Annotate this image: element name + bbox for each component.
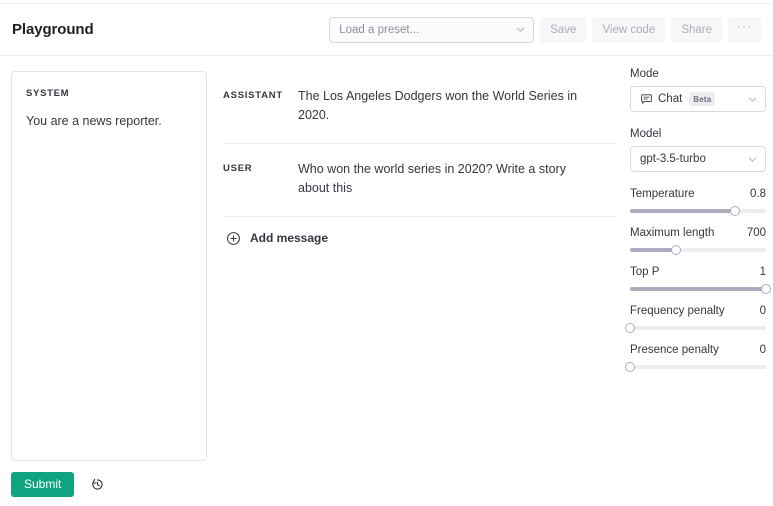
slider-value: 700 [746,227,766,239]
system-message-input[interactable]: You are a news reporter. [26,112,192,130]
slider-top-p: Top P 1 [630,266,771,294]
system-panel-label: SYSTEM [26,88,70,99]
header-actions: Load a preset... Save View code Share ··… [329,16,761,43]
page-title: Playground [12,21,94,38]
add-message-button[interactable]: Add message [223,217,617,246]
slider-temperature: Temperature 0.8 [630,188,766,216]
preset-select[interactable]: Load a preset... [329,16,535,43]
slider-track[interactable] [625,323,766,333]
beta-badge: Beta [689,92,716,106]
message-text[interactable]: The Los Angeles Dodgers won the World Se… [298,87,617,126]
slider-value: 0.8 [750,188,766,200]
footer-actions: Submit [11,472,106,497]
message-text[interactable]: Who won the world series in 2020? Write … [298,160,617,199]
slider-track[interactable] [630,284,771,294]
add-message-label: Add message [250,231,329,245]
slider-presence-penalty: Presence penalty 0 [625,344,766,372]
slider-fill [630,248,677,252]
slider-header: Presence penalty 0 [630,344,766,356]
slider-header: Top P 1 [630,266,766,278]
slider-header: Frequency penalty 0 [630,305,766,317]
slider-label: Frequency penalty [630,305,725,317]
more-options-button[interactable]: ··· [728,16,761,43]
slider-label: Temperature [630,188,695,200]
slider-value: 0 [759,305,766,317]
slider-label: Top P [630,266,660,278]
history-icon[interactable] [88,476,106,494]
message-list: ASSISTANT The Los Angeles Dodgers won th… [223,71,617,246]
slider-thumb[interactable] [729,206,740,216]
model-select[interactable]: gpt-3.5-turbo [630,146,766,172]
view-code-button[interactable]: View code [592,16,666,43]
slider-thumb[interactable] [761,284,771,294]
submit-button[interactable]: Submit [11,472,75,497]
chevron-down-icon [747,94,758,105]
message-role[interactable]: ASSISTANT [223,87,298,101]
chevron-down-icon [515,24,526,35]
slider-header: Maximum length 700 [630,227,766,239]
mode-label: Mode [630,68,659,80]
slider-label: Maximum length [630,227,715,239]
preset-select-placeholder: Load a preset... [339,23,420,36]
slider-track[interactable] [625,362,766,372]
slider-header: Temperature 0.8 [630,188,766,200]
model-select-value: gpt-3.5-turbo [640,153,706,165]
settings-sidebar: Mode Chat Beta Model gpt-3.5-turbo Tempe… [625,68,771,383]
mode-select[interactable]: Chat Beta [630,86,766,112]
plus-circle-icon [226,231,241,246]
message-row[interactable]: ASSISTANT The Los Angeles Dodgers won th… [223,71,617,144]
model-label: Model [630,128,662,140]
slider-track[interactable] [630,206,766,216]
message-role[interactable]: USER [223,160,298,174]
app-header: Playground Load a preset... Save View co… [0,4,773,56]
slider-thumb[interactable] [625,362,635,372]
chevron-down-icon [747,154,758,165]
slider-thumb[interactable] [671,245,682,255]
slider-track[interactable] [630,245,766,255]
save-button[interactable]: Save [540,16,587,43]
slider-label: Presence penalty [630,344,719,356]
system-message-panel[interactable]: SYSTEM You are a news reporter. [11,71,207,461]
slider-fill [630,209,735,213]
slider-value: 0 [759,344,766,356]
slider-thumb[interactable] [625,323,635,333]
slider-fill [630,287,766,291]
message-row[interactable]: USER Who won the world series in 2020? W… [223,144,617,217]
slider-value: 1 [759,266,766,278]
share-button[interactable]: Share [671,16,722,43]
chat-bubble-icon [640,93,653,106]
playground-app: Playground Load a preset... Save View co… [0,0,773,506]
slider-frequency-penalty: Frequency penalty 0 [625,305,766,333]
mode-select-value: Chat [658,93,683,105]
slider-maximum-length: Maximum length 700 [630,227,766,255]
